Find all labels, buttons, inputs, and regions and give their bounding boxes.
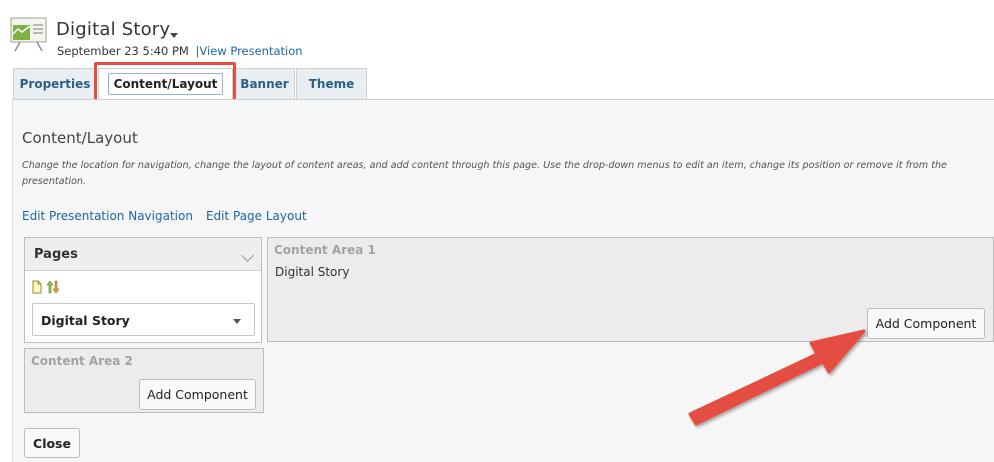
tab-banner-label: Banner <box>240 77 289 91</box>
presentation-subtitle: September 23 5:40 PM |View Presentation <box>57 44 303 58</box>
content-area-2-label: Content Area 2 <box>31 354 133 368</box>
presentation-title: Digital Story <box>56 19 171 40</box>
content-area-1-label: Content Area 1 <box>274 243 376 257</box>
page-tools <box>32 280 60 294</box>
tab-content-layout[interactable]: Content/Layout <box>98 68 233 99</box>
tab-properties[interactable]: Properties <box>13 68 97 99</box>
pages-panel: Pages Digital Story <box>24 237 262 343</box>
pages-panel-header[interactable]: Pages <box>25 238 261 271</box>
edit-page-layout-link[interactable]: Edit Page Layout <box>206 209 307 223</box>
new-page-icon[interactable] <box>32 280 42 294</box>
tab-theme-label: Theme <box>308 77 355 91</box>
close-button[interactable]: Close <box>24 428 80 458</box>
dropdown-caret-icon <box>233 319 241 324</box>
tab-content-layout-label: Content/Layout <box>107 73 224 95</box>
page-header: Digital Story September 23 5:40 PM |View… <box>0 0 994 66</box>
tab-banner[interactable]: Banner <box>234 68 295 99</box>
title-dropdown-caret-icon[interactable] <box>170 33 178 38</box>
presentation-date: September 23 5:40 PM <box>57 44 189 58</box>
section-title: Content/Layout <box>22 129 138 147</box>
reorder-pages-icon[interactable] <box>46 280 60 294</box>
page-select-value: Digital Story <box>41 313 130 328</box>
chevron-down-icon[interactable] <box>241 249 254 262</box>
tab-properties-label: Properties <box>19 77 91 91</box>
content-area-1-item[interactable]: Digital Story <box>275 265 349 279</box>
edit-presentation-navigation-link[interactable]: Edit Presentation Navigation <box>22 209 193 223</box>
presentation-icon <box>10 17 47 52</box>
add-component-button-area-1[interactable]: Add Component <box>867 308 985 339</box>
layout-links: Edit Presentation Navigation Edit Page La… <box>22 209 307 223</box>
section-description: Change the location for navigation, chan… <box>22 160 947 187</box>
page-select-dropdown[interactable]: Digital Story <box>32 303 255 336</box>
content-area-2: Content Area 2 Add Component <box>24 348 264 413</box>
add-component-button-area-2[interactable]: Add Component <box>139 379 256 410</box>
tab-theme[interactable]: Theme <box>296 68 367 99</box>
pages-panel-title: Pages <box>34 247 78 262</box>
content-area-1: Content Area 1 Digital Story Add Compone… <box>267 237 994 342</box>
view-presentation-link[interactable]: View Presentation <box>199 44 302 58</box>
